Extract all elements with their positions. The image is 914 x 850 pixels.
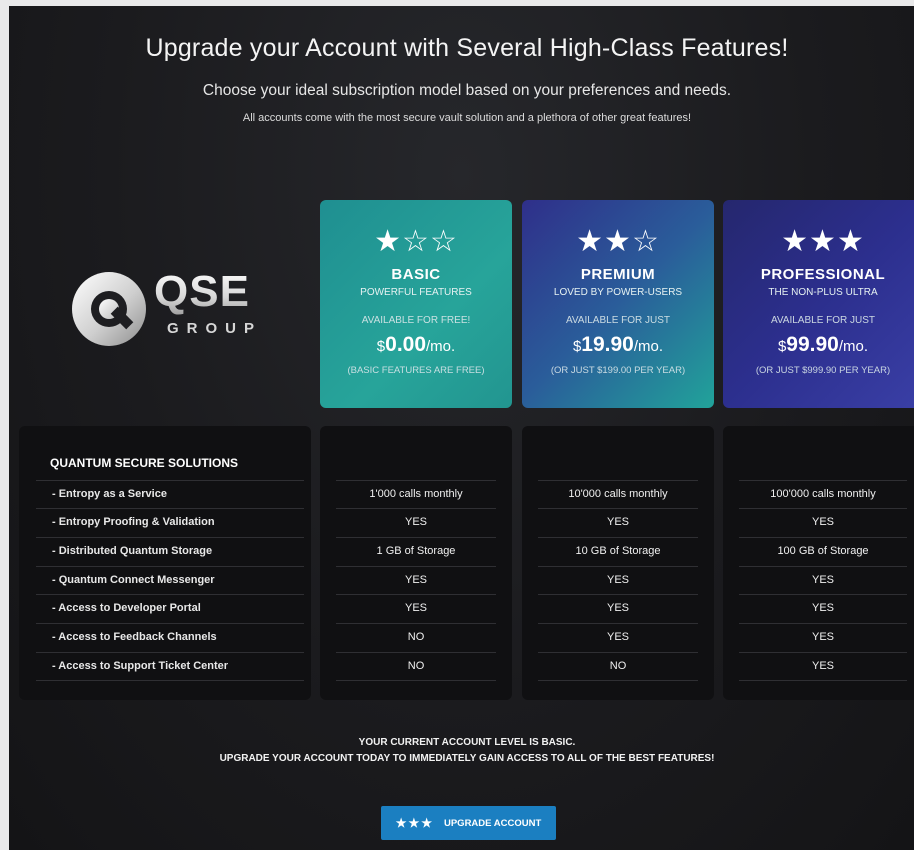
plan-tagline: POWERFUL FEATURES: [360, 287, 472, 298]
feature-value: YES: [538, 594, 698, 622]
rating-stars-icon: ★★☆: [576, 225, 660, 258]
feature-value: YES: [739, 623, 907, 651]
feature-value: 10 GB of Storage: [538, 537, 698, 565]
professional-feature-column: 100'000 calls monthly YES 100 GB of Stor…: [723, 426, 914, 700]
plan-price: $0.00/mo.: [320, 333, 512, 357]
feature-value: 10'000 calls monthly: [538, 480, 698, 508]
rating-stars-icon: ★☆☆: [374, 225, 458, 258]
feature-value: 1'000 calls monthly: [336, 480, 496, 508]
current-level-text: YOUR CURRENT ACCOUNT LEVEL IS BASIC.: [358, 737, 576, 748]
plan-tagline: THE NON-PLUS ULTRA: [768, 287, 878, 298]
premium-feature-column: 10'000 calls monthly YES 10 GB of Storag…: [522, 426, 714, 700]
price-amount: 99.90: [786, 333, 839, 356]
plan-name: PROFESSIONAL: [760, 266, 886, 283]
plan-card-premium[interactable]: ★★☆ PREMIUM LOVED BY POWER-USERS AVAILAB…: [522, 200, 714, 408]
price-period: /mo.: [838, 338, 869, 355]
plan-name: PREMIUM: [580, 266, 656, 283]
upgrade-account-label: UPGRADE ACCOUNT: [443, 817, 542, 829]
feature-value: YES: [739, 508, 907, 536]
plan-availability: AVAILABLE FOR FREE!: [361, 315, 471, 326]
price-amount: 19.90: [581, 333, 634, 356]
upgrade-account-button[interactable]: ★★★ UPGRADE ACCOUNT: [381, 806, 556, 840]
plan-name: BASIC: [391, 266, 441, 283]
logo-subtext: GROUP: [167, 320, 263, 337]
page-title: Upgrade your Account with Several High-C…: [145, 34, 789, 62]
plan-availability: AVAILABLE FOR JUST: [565, 315, 671, 326]
plan-card-basic[interactable]: ★☆☆ BASIC POWERFUL FEATURES AVAILABLE FO…: [320, 200, 512, 408]
page-subtitle-secondary: All accounts come with the most secure v…: [242, 112, 692, 124]
rating-stars-icon: ★★★: [781, 225, 865, 258]
feature-row: - Distributed Quantum Storage: [36, 537, 304, 565]
feature-value: YES: [538, 508, 698, 536]
plan-price: $99.90/mo.: [723, 333, 914, 357]
page-subtitle: Choose your ideal subscription model bas…: [202, 82, 732, 99]
feature-value: YES: [538, 566, 698, 594]
price-period: /mo.: [633, 338, 664, 355]
feature-row: - Entropy Proofing & Validation: [36, 508, 304, 536]
feature-value: YES: [336, 594, 496, 622]
feature-value: 100'000 calls monthly: [739, 480, 907, 508]
logo-q-icon: [72, 272, 146, 346]
plan-availability: AVAILABLE FOR JUST: [770, 315, 876, 326]
feature-value: YES: [336, 566, 496, 594]
stars-icon: ★★★: [395, 816, 434, 830]
feature-row: - Access to Feedback Channels: [36, 623, 304, 651]
feature-list-panel: QUANTUM SECURE SOLUTIONS - Entropy as a …: [19, 426, 311, 700]
feature-row: - Access to Support Ticket Center: [36, 652, 304, 681]
price-period: /mo.: [426, 338, 456, 355]
logo-mark: QSE: [154, 267, 250, 316]
plan-note: (OR JUST $199.00 PER YEAR): [550, 365, 686, 376]
feature-row: - Access to Developer Portal: [36, 594, 304, 622]
qse-group-logo: QSE GROUP: [72, 267, 272, 349]
price-amount: 0.00: [385, 333, 427, 356]
feature-value: NO: [538, 652, 698, 681]
feature-value: 100 GB of Storage: [739, 537, 907, 565]
feature-value: YES: [739, 566, 907, 594]
feature-value: NO: [336, 652, 496, 681]
plan-note: (OR JUST $999.90 PER YEAR): [755, 365, 891, 376]
feature-value: YES: [336, 508, 496, 536]
feature-value: 1 GB of Storage: [336, 537, 496, 565]
price-currency: $: [376, 338, 386, 355]
plan-note: (BASIC FEATURES ARE FREE): [347, 365, 485, 376]
feature-row: - Entropy as a Service: [36, 480, 304, 508]
feature-value: YES: [739, 652, 907, 681]
feature-row: - Quantum Connect Messenger: [36, 566, 304, 594]
feature-value: NO: [336, 623, 496, 651]
feature-list-heading: QUANTUM SECURE SOLUTIONS: [50, 456, 239, 470]
plan-card-professional[interactable]: ★★★ PROFESSIONAL THE NON-PLUS ULTRA AVAI…: [723, 200, 914, 408]
feature-value: YES: [538, 623, 698, 651]
feature-value: YES: [739, 594, 907, 622]
pricing-page: Upgrade your Account with Several High-C…: [9, 6, 914, 850]
basic-feature-column: 1'000 calls monthly YES 1 GB of Storage …: [320, 426, 512, 700]
upgrade-prompt-text: UPGRADE YOUR ACCOUNT TODAY TO IMMEDIATEL…: [219, 753, 715, 764]
plan-price: $19.90/mo.: [522, 333, 714, 357]
plan-tagline: LOVED BY POWER-USERS: [553, 287, 683, 298]
